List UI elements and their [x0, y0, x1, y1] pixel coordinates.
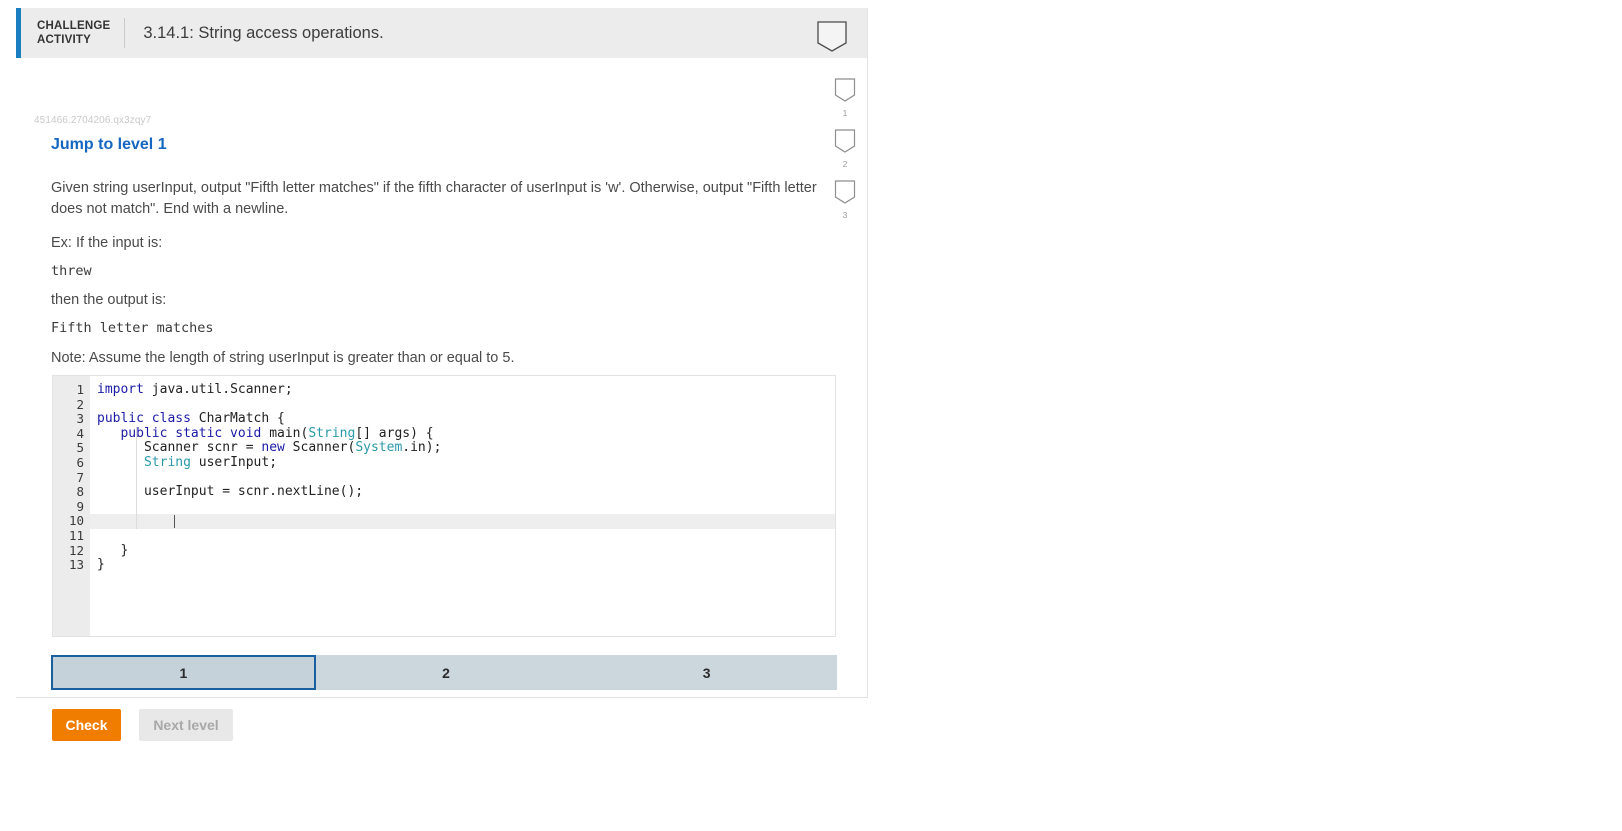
- code-line: userInput = scnr.nextLine();: [97, 484, 835, 500]
- level-tab-3[interactable]: 3: [576, 655, 838, 690]
- text-caret: [174, 515, 175, 528]
- assumption-note: Note: Assume the length of string userIn…: [51, 350, 515, 366]
- line-number: 8: [76, 484, 84, 500]
- level-tab-1[interactable]: 1: [51, 655, 316, 690]
- code-token: public class: [97, 411, 199, 427]
- line-number: 4: [76, 425, 84, 441]
- code-token: java.util.Scanner;: [151, 382, 293, 397]
- bookmark-icon: [834, 129, 856, 153]
- code-token: System: [355, 440, 403, 456]
- example-output-value: Fifth letter matches: [51, 320, 214, 336]
- line-number: 11: [68, 527, 84, 543]
- code-token: [] args) {: [355, 425, 434, 441]
- challenge-activity-panel: CHALLENGE ACTIVITY 3.14.1: String access…: [16, 8, 868, 741]
- code-token: userInput;: [190, 454, 278, 470]
- activity-title: 3.14.1: String access operations.: [143, 23, 384, 42]
- line-number-gutter: 1 2 3 4 5 6 7 8 9 10 11 12 13: [53, 376, 90, 636]
- line-number: 9: [76, 498, 84, 514]
- code-token: CharMatch: [198, 411, 270, 427]
- line-number: 6: [76, 454, 84, 470]
- problem-statement: Given string userInput, output "Fifth le…: [51, 180, 817, 217]
- activity-header: CHALLENGE ACTIVITY 3.14.1: String access…: [16, 8, 867, 58]
- level-tab-label: 3: [702, 664, 711, 681]
- code-token: }: [97, 557, 105, 573]
- code-token: Scanner scnr =: [97, 440, 262, 456]
- indent-guide: [136, 426, 137, 529]
- code-line: public class CharMatch {: [97, 411, 835, 427]
- code-line: String userInput;: [97, 454, 835, 471]
- code-line: }: [97, 542, 835, 559]
- bookmark-icon[interactable]: [817, 21, 847, 53]
- challenge-activity-badge: CHALLENGE ACTIVITY: [21, 18, 126, 48]
- check-button[interactable]: Check: [52, 709, 121, 741]
- level-tab-2[interactable]: 2: [315, 655, 577, 690]
- next-level-button: Next level: [139, 709, 233, 741]
- code-token: }: [97, 542, 129, 558]
- badge-line-2: ACTIVITY: [37, 34, 91, 46]
- code-token: {: [269, 411, 285, 427]
- code-token: new: [261, 440, 285, 456]
- code-editor[interactable]: 1 2 3 4 5 6 7 8 9 10 11 12 13 import java.util.Scann…: [52, 375, 836, 637]
- line-number: 13: [68, 557, 84, 573]
- code-line: import java.util.Scanner;: [97, 382, 835, 398]
- level-progress-rail: 1 2 3: [827, 78, 863, 231]
- jump-to-level-link[interactable]: Jump to level 1: [51, 136, 167, 154]
- code-token: String: [143, 454, 191, 470]
- code-token: public static void: [120, 425, 270, 441]
- line-number: 2: [76, 396, 84, 412]
- code-line: public static void main(String[] args) {: [97, 425, 835, 442]
- code-token: String: [308, 425, 356, 441]
- line-number: 7: [76, 469, 84, 485]
- level-progress-marker-2[interactable]: 2: [827, 129, 863, 169]
- level-progress-marker-3[interactable]: 3: [827, 180, 863, 220]
- bookmark-icon-svg: [817, 21, 847, 52]
- line-number: 12: [68, 542, 84, 558]
- line-number: 10: [68, 513, 84, 529]
- level-tab-label: 1: [179, 664, 188, 681]
- level-tab-bar[interactable]: 1 2 3: [51, 655, 838, 690]
- activity-id: 451466.2704206.qx3zqy7: [34, 115, 152, 126]
- code-line: Scanner scnr = new Scanner(System.in);: [97, 441, 835, 456]
- code-token: main(: [269, 425, 309, 441]
- code-line: }: [97, 557, 835, 573]
- level-tab-label: 2: [442, 664, 450, 681]
- badge-line-1: CHALLENGE: [37, 20, 111, 32]
- example-intro-label: Ex: If the input is:: [51, 235, 163, 251]
- bookmark-icon: [834, 78, 856, 102]
- code-text-area[interactable]: import java.util.Scanner; public class C…: [91, 376, 835, 636]
- code-token: .in);: [402, 440, 442, 456]
- level-progress-marker-label: 2: [842, 159, 848, 169]
- level-progress-marker-label: 3: [842, 210, 848, 220]
- example-input-value: threw: [51, 263, 92, 279]
- line-number: 1: [76, 382, 84, 397]
- action-button-row: Check Next level: [52, 709, 233, 741]
- line-number: 3: [76, 411, 84, 427]
- code-token: Scanner(: [284, 440, 356, 456]
- level-progress-marker-label: 1: [842, 108, 848, 118]
- example-then-label: then the output is:: [51, 292, 167, 308]
- level-progress-marker-1[interactable]: 1: [827, 78, 863, 118]
- bookmark-icon: [834, 180, 856, 204]
- code-token: import: [97, 382, 152, 397]
- line-number: 5: [76, 440, 84, 456]
